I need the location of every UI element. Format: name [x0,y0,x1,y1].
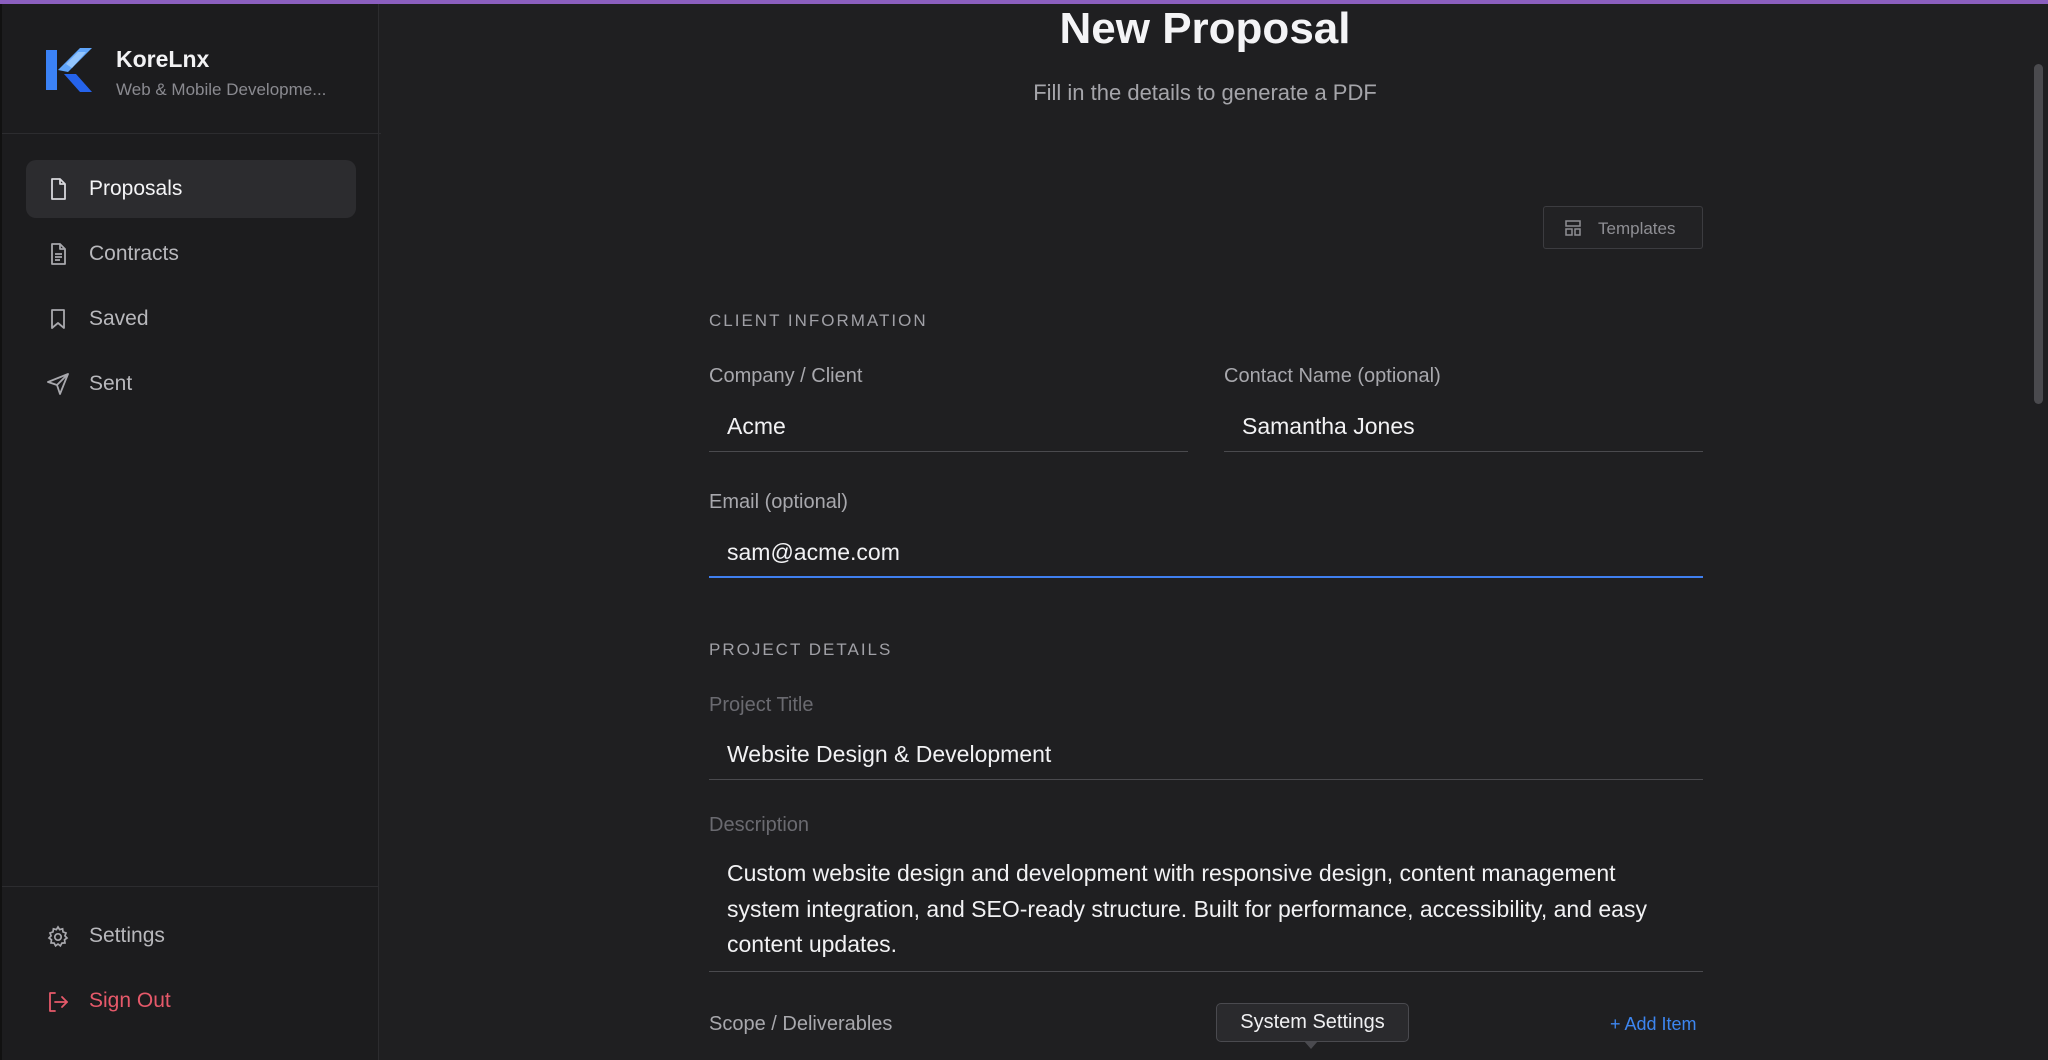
sign-out-button[interactable]: Sign Out [26,976,356,1028]
sidebar-nav: Proposals Contracts Saved Sent [26,160,356,420]
sign-out-icon [49,992,68,1012]
main-scrollbar[interactable] [2034,64,2043,404]
file-text-icon [51,243,66,265]
settings-button[interactable]: Settings [26,911,356,963]
templates-button[interactable]: Templates [1543,206,1703,249]
email-input[interactable]: sam@acme.com [709,528,1703,578]
sidebar-footer: Settings Sign Out [2,886,379,1060]
gear-icon [47,925,69,948]
project-title-label: Project Title [709,694,814,716]
description-label: Description [709,814,810,836]
settings-label: Settings [89,924,165,947]
brand-name: KoreLnx [116,46,210,72]
tooltip-arrow [1304,1041,1318,1049]
page-subtitle: Fill in the details to generate a PDF [1033,80,1377,105]
client-information-heading: CLIENT INFORMATION [709,311,928,330]
brand-header: KoreLnx Web & Mobile Developme... [2,4,381,134]
company-input[interactable]: Acme [709,402,1188,452]
bookmark-icon [51,309,65,329]
sign-out-label: Sign Out [89,989,171,1012]
send-icon [47,373,69,395]
system-settings-tooltip: System Settings [1216,1003,1409,1042]
korelnx-logo-icon [46,48,92,92]
company-label: Company / Client [709,365,863,387]
brand-subtitle: Web & Mobile Developme... [116,80,327,99]
project-details-heading: PROJECT DETAILS [709,640,893,659]
contact-name-input[interactable]: Samantha Jones [1224,402,1703,452]
sidebar-item-proposals[interactable]: Proposals [26,160,356,218]
file-icon [51,178,66,200]
contact-name-label: Contact Name (optional) [1224,365,1441,387]
sidebar-item-sent[interactable]: Sent [26,355,356,413]
sidebar-item-label: Saved [89,307,149,330]
scope-deliverables-label: Scope / Deliverables [709,1013,893,1035]
email-label: Email (optional) [709,491,848,513]
sidebar-item-label: Sent [89,372,133,395]
sidebar: KoreLnx Web & Mobile Developme... Propos… [0,4,381,1060]
page-title: New Proposal [1059,4,1351,53]
add-item-button[interactable]: + Add Item [1610,1014,1697,1035]
layout-template-icon [1565,220,1581,236]
description-textarea[interactable]: Custom website design and development wi… [709,848,1703,972]
project-title-input[interactable]: Website Design & Development [709,730,1703,780]
sidebar-item-label: Contracts [89,242,179,265]
sidebar-item-saved[interactable]: Saved [26,290,356,348]
sidebar-item-contracts[interactable]: Contracts [26,225,356,283]
sidebar-item-label: Proposals [89,177,183,200]
templates-label: Templates [1598,219,1676,238]
